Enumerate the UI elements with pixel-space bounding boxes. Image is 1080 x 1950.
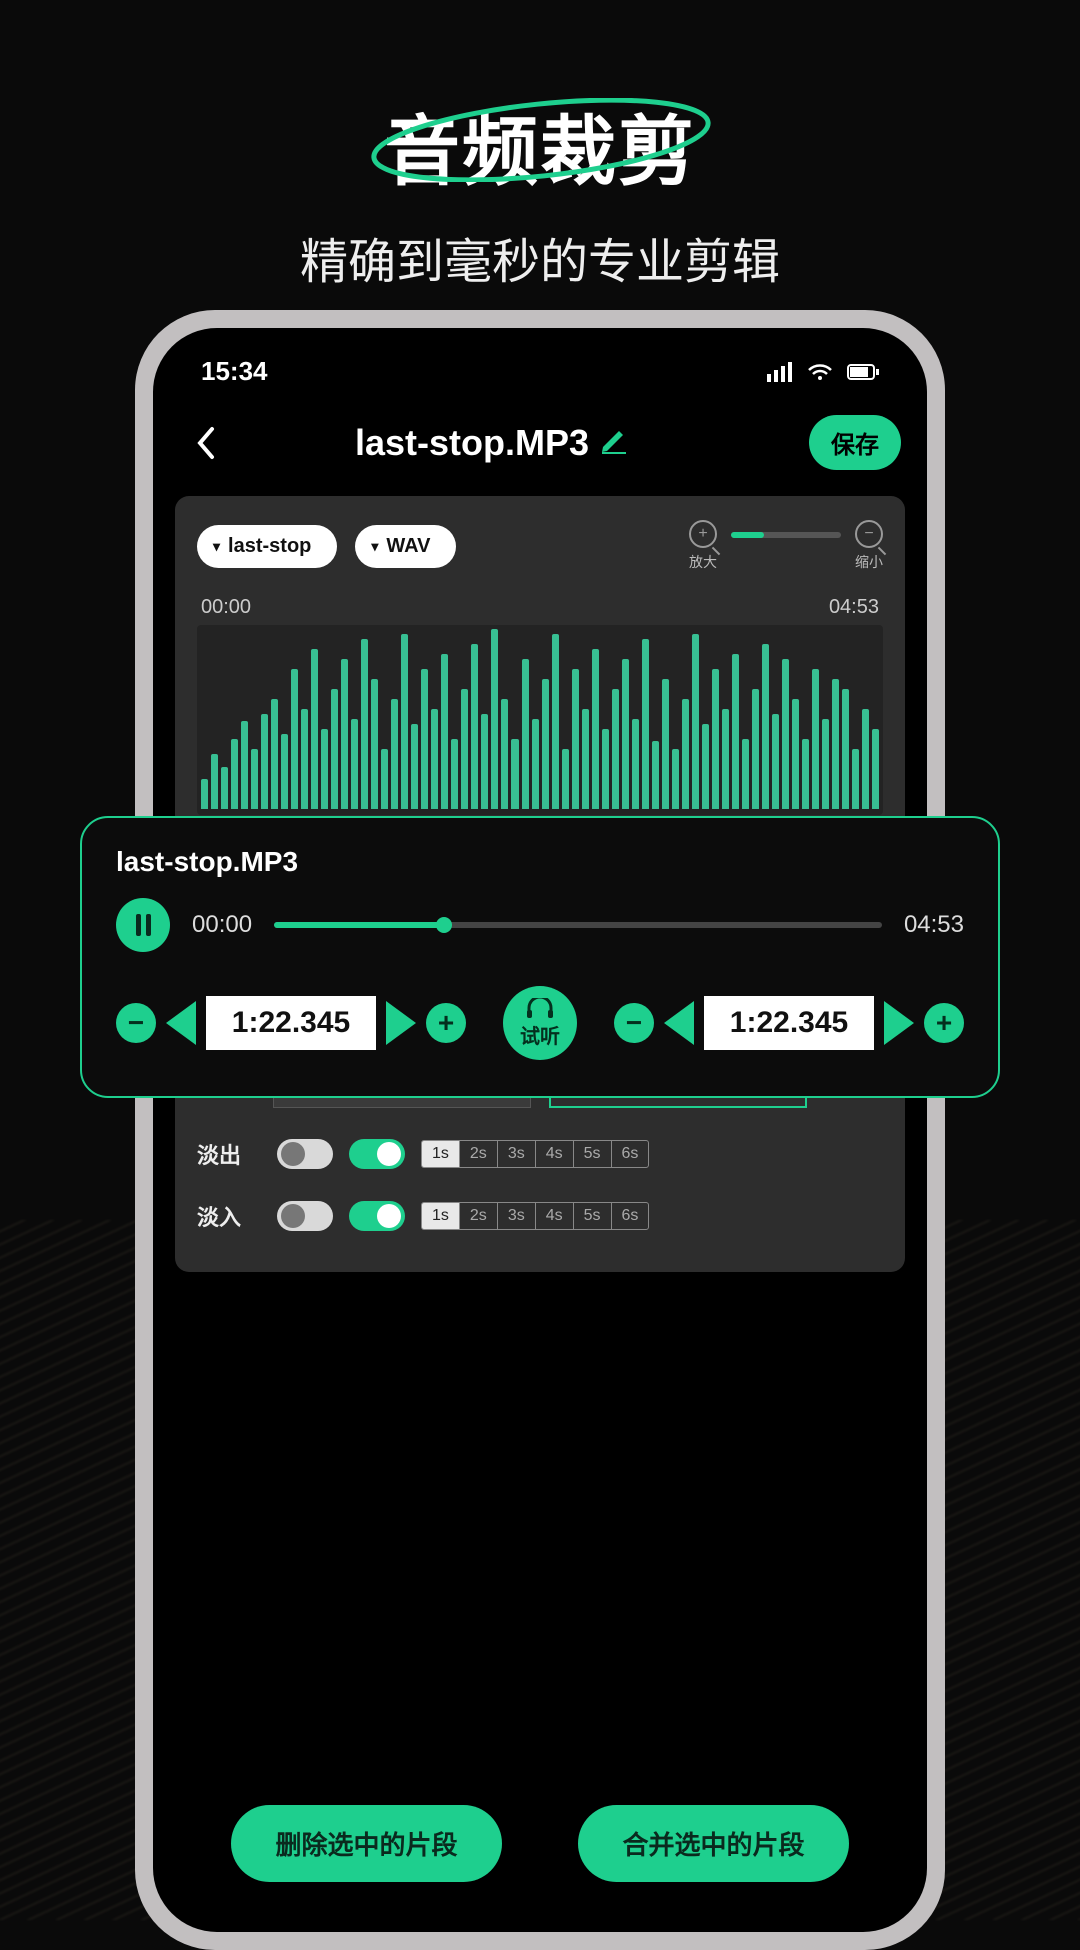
end-time-group: − 1:22.345 + [614,996,964,1050]
merge-segment-button[interactable]: 合并选中的片段 [578,1805,848,1882]
end-minus-button[interactable]: − [614,1003,654,1043]
fade-in-toggle-b[interactable] [349,1201,405,1231]
zoom-in-icon[interactable] [689,520,717,548]
signal-icon [767,362,793,382]
chevron-down-icon: ▾ [371,538,378,555]
duration-segment[interactable]: 2s [460,1203,498,1229]
waveform-area: 00:00 04:53 [197,596,883,815]
duration-segment[interactable]: 1s [422,1141,460,1167]
zoom-out-label: 缩小 [855,552,883,572]
pause-icon [136,914,151,936]
duration-segment[interactable]: 6s [612,1141,649,1167]
duration-segment[interactable]: 5s [574,1203,612,1229]
hero-title: 音频裁剪 [384,90,696,200]
duration-segment[interactable]: 2s [460,1141,498,1167]
duration-segment[interactable]: 4s [536,1141,574,1167]
edit-icon[interactable] [599,422,629,464]
file-chip-label: last-stop [228,535,311,558]
fade-out-row: 淡出 1s2s3s4s5s6s [197,1138,883,1170]
duration-segment[interactable]: 4s [536,1203,574,1229]
fade-out-toggle-b[interactable] [349,1139,405,1169]
appbar-title-wrap: last-stop.MP3 [355,422,629,464]
fade-out-label: 淡出 [197,1138,261,1170]
fade-in-row: 淡入 1s2s3s4s5s6s [197,1200,883,1232]
fade-in-toggle-a[interactable] [277,1201,333,1231]
fade-in-label: 淡入 [197,1200,261,1232]
save-button[interactable]: 保存 [809,415,901,470]
fade-in-duration-segments[interactable]: 1s2s3s4s5s6s [421,1202,649,1230]
start-time-input[interactable]: 1:22.345 [206,996,376,1050]
preview-button[interactable]: 试听 [503,986,577,1060]
overlay-total-time: 04:53 [904,911,964,939]
battery-icon [847,363,879,381]
hero-subtitle: 精确到毫秒的专业剪辑 [0,222,1080,292]
duration-segment[interactable]: 3s [498,1141,536,1167]
end-plus-button[interactable]: + [924,1003,964,1043]
waveform[interactable] [197,625,883,815]
start-plus-button[interactable]: + [426,1003,466,1043]
bottom-actions: 删除选中的片段 合并选中的片段 [153,1805,927,1932]
fade-out-toggle-a[interactable] [277,1139,333,1169]
overlay-current-time: 00:00 [192,911,252,939]
delete-segment-button[interactable]: 删除选中的片段 [231,1805,501,1882]
chevron-down-icon: ▾ [213,538,220,555]
zoom-in-label: 放大 [689,552,717,572]
wifi-icon [807,362,833,382]
start-next-icon[interactable] [386,1001,416,1045]
end-prev-icon[interactable] [664,1001,694,1045]
status-time: 15:34 [201,356,268,387]
preview-label: 试听 [520,1020,560,1049]
fade-out-duration-segments[interactable]: 1s2s3s4s5s6s [421,1140,649,1168]
overlay-title: last-stop.MP3 [116,846,964,878]
wave-end-label: 04:53 [829,596,879,619]
end-time-input[interactable]: 1:22.345 [704,996,874,1050]
file-title: last-stop.MP3 [355,422,589,464]
duration-segment[interactable]: 6s [612,1203,649,1229]
zoom-slider[interactable] [731,532,841,538]
player-overlay: last-stop.MP3 00:00 04:53 − 1:22.345 + 试… [80,816,1000,1098]
screen: 15:34 last-stop.MP3 保存 ▾ [153,328,927,1932]
duration-segment[interactable]: 5s [574,1141,612,1167]
start-time-group: − 1:22.345 + [116,996,466,1050]
duration-segment[interactable]: 1s [422,1203,460,1229]
headphones-icon [525,998,555,1018]
overlay-progress[interactable] [274,922,882,928]
end-next-icon[interactable] [884,1001,914,1045]
back-button[interactable] [183,421,227,465]
wave-start-label: 00:00 [201,596,251,619]
start-prev-icon[interactable] [166,1001,196,1045]
app-bar: last-stop.MP3 保存 [153,397,927,488]
duration-segment[interactable]: 3s [498,1203,536,1229]
hero: 音频裁剪 精确到毫秒的专业剪辑 [0,0,1080,292]
file-chip[interactable]: ▾ last-stop [197,525,337,568]
zoom-out-icon[interactable] [855,520,883,548]
zoom-control: 放大 缩小 [689,520,883,572]
start-minus-button[interactable]: − [116,1003,156,1043]
format-chip-label: WAV [386,535,430,558]
status-bar: 15:34 [153,328,927,397]
phone-frame: 15:34 last-stop.MP3 保存 ▾ [135,310,945,1950]
format-chip[interactable]: ▾ WAV [355,525,456,568]
pause-button[interactable] [116,898,170,952]
